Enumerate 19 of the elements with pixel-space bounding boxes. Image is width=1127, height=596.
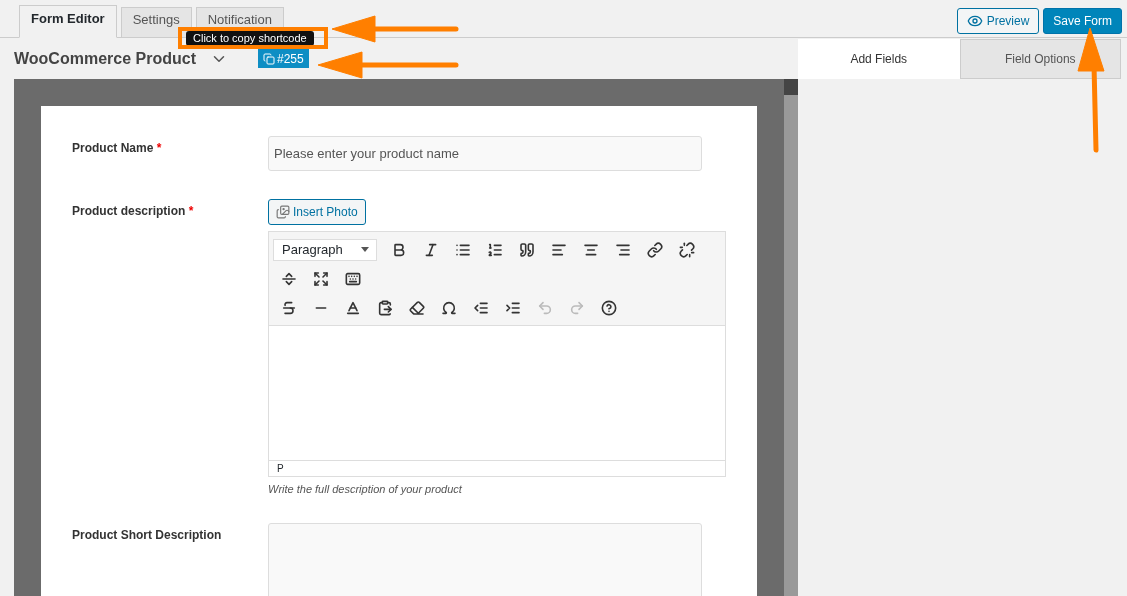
product-name-field[interactable]: Please enter your product name xyxy=(268,136,702,171)
format-dropdown[interactable]: Paragraph xyxy=(273,238,377,261)
insert-photo-button[interactable]: Insert Photo xyxy=(268,199,366,225)
save-button[interactable]: Save Form xyxy=(1043,7,1122,34)
form-title: WooCommerce Product xyxy=(14,49,196,68)
shortcode-badge[interactable]: #255 xyxy=(257,49,309,68)
copy-icon xyxy=(262,52,275,65)
caret-icon xyxy=(361,247,369,252)
field-label: Product Name * xyxy=(72,140,163,157)
photos-icon xyxy=(276,205,290,219)
field-label: Product Short Description xyxy=(72,527,223,544)
preview-button[interactable]: Preview xyxy=(956,7,1040,34)
tab[interactable]: Form Editor xyxy=(19,5,117,38)
scrollbar[interactable] xyxy=(784,79,798,596)
panel-tab[interactable]: Add Fields xyxy=(798,39,960,79)
help-text: Write the full description of your product xyxy=(268,483,462,495)
short-description-field[interactable] xyxy=(268,523,702,596)
field-label: Product description * xyxy=(72,203,195,220)
tab[interactable]: Settings xyxy=(120,7,192,38)
